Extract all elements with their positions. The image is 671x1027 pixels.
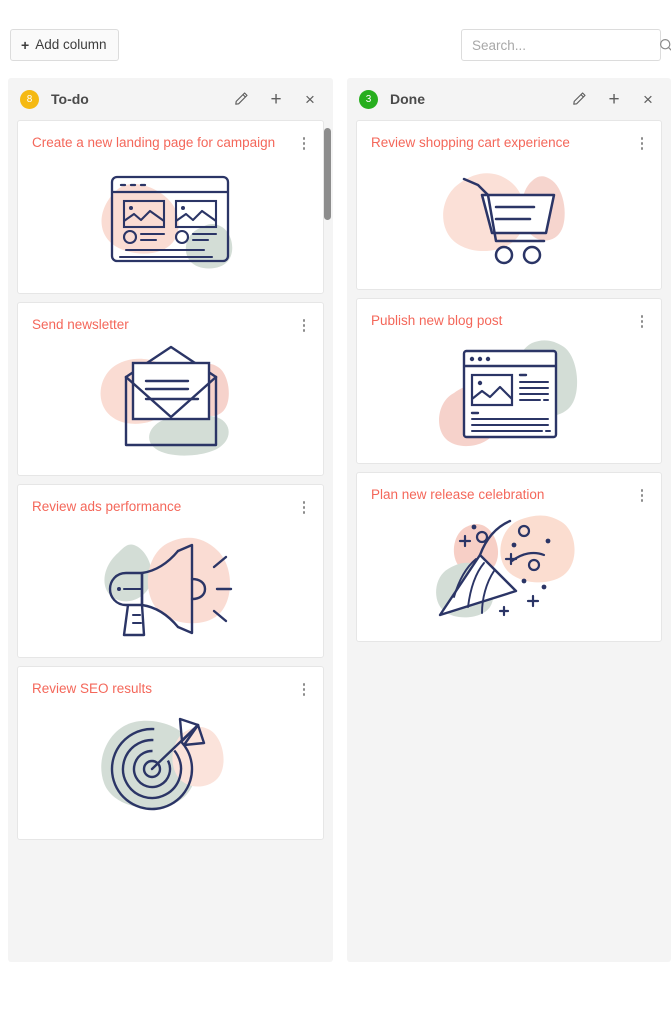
card[interactable]: Review SEO results: [17, 666, 324, 840]
card-menu-button[interactable]: [633, 311, 651, 328]
card-list-todo: Create a new landing page for campaign S…: [8, 120, 333, 962]
search-input[interactable]: [462, 30, 659, 60]
column-title-todo: To-do: [51, 91, 89, 107]
pencil-icon: [234, 90, 250, 109]
card-title: Review ads performance: [32, 499, 182, 514]
add-column-label: Add column: [35, 37, 107, 53]
edit-column-button-todo[interactable]: [233, 90, 251, 108]
card-title: Review shopping cart experience: [371, 135, 570, 150]
board-toolbar: + Add column: [0, 0, 671, 78]
scrollbar-track-todo[interactable]: [324, 120, 331, 962]
column-count-badge-todo: 8: [20, 89, 39, 109]
search-icon[interactable]: [659, 38, 671, 53]
close-icon: ×: [305, 89, 315, 109]
card-header: Review shopping cart experience: [357, 121, 661, 153]
card-header: Publish new blog post: [357, 299, 661, 331]
pencil-icon: [572, 90, 588, 109]
megaphone-illustration: [18, 517, 323, 657]
shopping-cart-illustration: [357, 153, 661, 289]
card[interactable]: Plan new release celebration: [356, 472, 662, 642]
card[interactable]: Create a new landing page for campaign: [17, 120, 324, 294]
card-menu-button[interactable]: [633, 133, 651, 150]
plus-icon: +: [270, 88, 282, 110]
kanban-board: + Add column 8 To-do: [0, 0, 671, 1027]
card-header: Create a new landing page for campaign: [18, 121, 323, 153]
plus-icon: +: [21, 37, 30, 53]
edit-column-button-done[interactable]: [571, 90, 589, 108]
column-count-badge-done: 3: [359, 89, 378, 109]
party-popper-illustration: [357, 505, 661, 641]
close-column-button-todo[interactable]: ×: [301, 90, 319, 108]
column-done: 3 Done + × Review shopping cart experien…: [347, 78, 671, 962]
columns-container: 8 To-do + × Create a new landing page fo…: [0, 78, 671, 962]
card[interactable]: Review shopping cart experience: [356, 120, 662, 290]
card-title: Create a new landing page for campaign: [32, 135, 276, 150]
card[interactable]: Send newsletter: [17, 302, 324, 476]
card-menu-button[interactable]: [633, 485, 651, 502]
column-todo: 8 To-do + × Create a new landing page fo…: [8, 78, 333, 962]
add-card-button-todo[interactable]: +: [267, 88, 285, 110]
add-column-button[interactable]: + Add column: [10, 29, 120, 61]
card-title: Plan new release celebration: [371, 487, 545, 502]
add-card-button-done[interactable]: +: [605, 88, 623, 110]
column-actions-todo: + ×: [233, 88, 323, 110]
card-header: Review ads performance: [18, 485, 323, 517]
card[interactable]: Publish new blog post: [356, 298, 662, 464]
card-menu-button[interactable]: [295, 679, 313, 696]
card[interactable]: Review ads performance: [17, 484, 324, 658]
card-list-done: Review shopping cart experience Publish …: [347, 120, 671, 962]
card-title: Publish new blog post: [371, 313, 503, 328]
card-scroll-todo: Create a new landing page for campaign S…: [17, 120, 324, 952]
column-header-done: 3 Done + ×: [347, 78, 671, 120]
card-title: Review SEO results: [32, 681, 153, 696]
card-title: Send newsletter: [32, 317, 129, 332]
plus-icon: +: [608, 88, 620, 110]
column-title-done: Done: [390, 91, 425, 107]
card-scroll-done: Review shopping cart experience Publish …: [356, 120, 662, 952]
card-header: Send newsletter: [18, 303, 323, 335]
card-menu-button[interactable]: [295, 133, 313, 150]
column-actions-done: + ×: [571, 88, 661, 110]
search-box[interactable]: [461, 29, 671, 61]
column-header-todo: 8 To-do + ×: [8, 78, 333, 120]
scrollbar-thumb-todo[interactable]: [324, 128, 331, 220]
target-illustration: [18, 699, 323, 839]
close-column-button-done[interactable]: ×: [639, 90, 657, 108]
card-menu-button[interactable]: [295, 497, 313, 514]
envelope-illustration: [18, 335, 323, 475]
landing-page-illustration: [18, 153, 323, 293]
blog-post-illustration: [357, 331, 661, 463]
card-header: Review SEO results: [18, 667, 323, 699]
card-menu-button[interactable]: [295, 315, 313, 332]
close-icon: ×: [643, 89, 653, 109]
card-header: Plan new release celebration: [357, 473, 661, 505]
